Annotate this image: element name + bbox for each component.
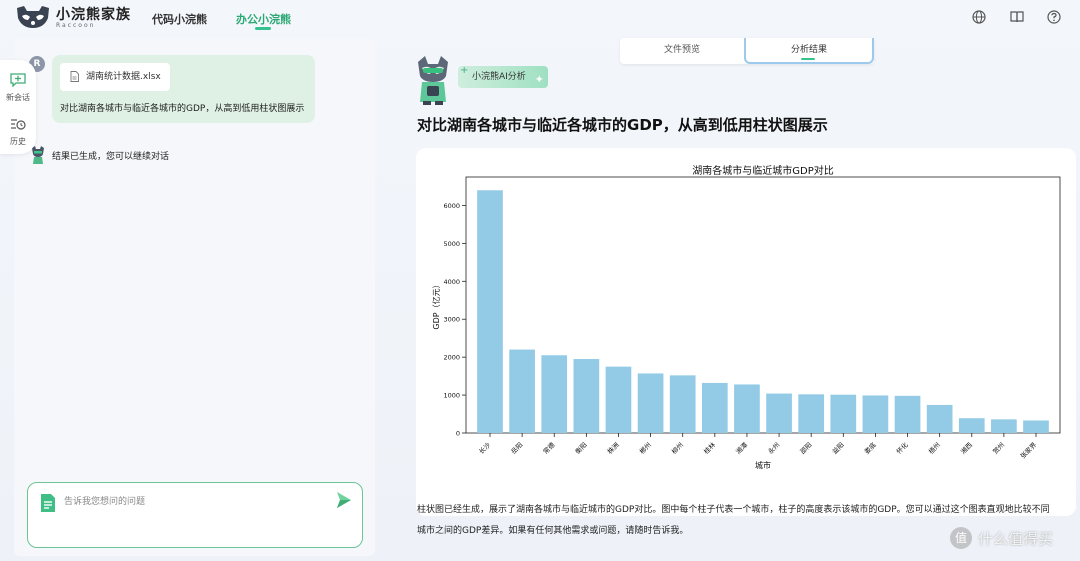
top-bar: 小浣熊家族 Raccoon 代码小浣熊 办公小浣熊 xyxy=(0,0,1080,36)
x-axis-label: 城市 xyxy=(755,460,771,470)
x-tick-label: 衡阳 xyxy=(573,440,589,456)
tab-analysis-result-label: 分析结果 xyxy=(790,45,827,55)
raccoon-logo-icon xyxy=(17,6,49,28)
x-tick-label: 梧州 xyxy=(926,440,942,456)
x-tick-label: 邵阳 xyxy=(798,440,814,456)
bar xyxy=(1023,420,1049,433)
result-tabs: 文件预览 分析结果 xyxy=(620,38,874,64)
bar xyxy=(541,355,568,433)
gdp-bar-chart: 湖南各城市与临近城市GDP对比 0 1000 2000 3000 4000 5000 600… xyxy=(431,164,1061,470)
y-axis: 0 1000 2000 3000 4000 5000 6000 xyxy=(443,202,466,438)
bar xyxy=(926,404,953,433)
y-tick-label: 3000 xyxy=(443,316,460,324)
bar xyxy=(605,366,632,433)
new-chat-label: 新会话 xyxy=(6,93,30,102)
x-tick-label: 贺州 xyxy=(991,440,1007,456)
user-message-text: 对比湖南各城市与临近各城市的GDP，从高到低用柱状图展示 xyxy=(60,104,305,114)
bar xyxy=(669,375,696,433)
bar xyxy=(766,393,792,433)
nav-tab-office-raccoon[interactable]: 办公小浣熊 xyxy=(236,11,291,27)
y-tick-label: 5000 xyxy=(443,240,460,248)
x-tick-label: 娄底 xyxy=(862,440,878,456)
history-label: 历史 xyxy=(10,137,26,146)
new-chat-icon xyxy=(10,73,26,88)
tab-analysis-result[interactable]: 分析结果 xyxy=(744,38,874,64)
chat-panel: R 湖南统计数据.xlsx 对比湖南各城市与临近各城市的GDP，从高到低用柱状图… xyxy=(14,38,375,556)
x-tick-label: 永州 xyxy=(766,440,782,456)
watermark-text: 什么值得买 xyxy=(978,530,1054,548)
ai-analysis-badge: + 小浣熊AI分析 ✦ xyxy=(458,65,548,88)
chart-title: 湖南各城市与临近城市GDP对比 xyxy=(692,164,833,177)
x-tick-label: 益阳 xyxy=(830,440,846,456)
tab-file-preview[interactable]: 文件预览 xyxy=(620,38,744,64)
y-tick-label: 2000 xyxy=(443,354,460,362)
x-tick-label: 长沙 xyxy=(477,440,493,456)
x-tick-label: 株洲 xyxy=(605,440,621,456)
watermark-logo: 值 xyxy=(950,527,972,549)
tab-active-indicator xyxy=(801,58,815,60)
y-tick-label: 1000 xyxy=(443,392,460,400)
bar xyxy=(894,395,921,433)
chart-card: 湖南各城市与临近城市GDP对比 0 1000 2000 3000 4000 5000 600… xyxy=(416,148,1076,516)
chat-input-box[interactable]: 告诉我您想问的问题 xyxy=(27,482,363,548)
bar xyxy=(477,190,503,433)
x-tick-label: 岳阳 xyxy=(509,440,525,456)
bar xyxy=(958,418,985,433)
raccoon-mascot-icon xyxy=(418,56,448,105)
chat-input-placeholder[interactable]: 告诉我您想问的问题 xyxy=(64,494,145,507)
bot-message-text: 结果已生成，您可以继续对话 xyxy=(52,152,170,162)
ai-badge-label: 小浣熊AI分析 xyxy=(472,72,526,82)
user-message-bubble: 湖南统计数据.xlsx 对比湖南各城市与临近各城市的GDP，从高到低用柱状图展示 xyxy=(52,55,315,123)
bar xyxy=(637,373,664,433)
bar xyxy=(734,384,760,433)
tab-file-preview-label: 文件预览 xyxy=(663,45,700,55)
y-axis-label: GDP（亿元） xyxy=(431,280,441,329)
nav-tab-code-raccoon[interactable]: 代码小浣熊 xyxy=(152,11,207,27)
brand: 小浣熊家族 Raccoon xyxy=(56,4,131,29)
bar xyxy=(509,349,535,433)
x-tick-label: 怀化 xyxy=(894,440,910,456)
document-upload-icon[interactable] xyxy=(40,493,56,513)
brand-name: 小浣熊家族 xyxy=(56,7,131,23)
result-panel: 文件预览 分析结果 + 小浣熊AI分析 ✦ 对比湖南各城市与临近各城市的GDP，… xyxy=(383,36,1080,561)
side-menu: 新会话 历史 xyxy=(0,60,36,154)
history-icon xyxy=(11,119,26,130)
x-tick-label: 常德 xyxy=(541,440,557,456)
nav-active-indicator xyxy=(255,27,271,30)
x-tick-label: 郴州 xyxy=(637,440,653,456)
x-tick-label: 柳州 xyxy=(669,440,685,456)
x-tick-label: 湘潭 xyxy=(734,440,750,456)
new-chat-button[interactable]: 新会话 xyxy=(0,72,36,103)
bar-series xyxy=(477,190,1049,433)
bar xyxy=(991,419,1017,433)
sparkle-star-icon: ✦ xyxy=(534,73,544,86)
bar xyxy=(573,359,600,433)
bar xyxy=(830,394,857,433)
file-icon xyxy=(70,71,79,82)
x-tick-label: 桂林 xyxy=(702,440,718,456)
help-icon[interactable] xyxy=(1046,9,1062,25)
attached-file-chip[interactable]: 湖南统计数据.xlsx xyxy=(60,63,170,91)
x-tick-label: 湘西 xyxy=(959,440,975,456)
file-name: 湖南统计数据.xlsx xyxy=(86,72,161,82)
globe-icon[interactable] xyxy=(971,9,987,25)
bar xyxy=(798,394,825,433)
x-tick-label: 张家界 xyxy=(1018,440,1039,461)
y-tick-label: 4000 xyxy=(443,278,460,286)
sparkle-icon: + xyxy=(460,65,469,76)
send-icon[interactable] xyxy=(336,491,352,509)
x-axis: 长沙 岳阳 常德 衡阳 株洲 郴州 柳州 桂林 湘潭 永州 邵阳 益阳 娄底 怀化 梧州 湘西 贺州 张家界 xyxy=(477,433,1039,460)
bar xyxy=(701,382,728,433)
y-tick-label: 0 xyxy=(456,430,460,438)
book-icon[interactable] xyxy=(1009,9,1025,25)
y-tick-label: 6000 xyxy=(443,202,460,210)
history-button[interactable]: 历史 xyxy=(0,116,36,147)
bar xyxy=(862,395,889,433)
result-heading: 对比湖南各城市与临近各城市的GDP，从高到低用柱状图展示 xyxy=(417,116,828,134)
